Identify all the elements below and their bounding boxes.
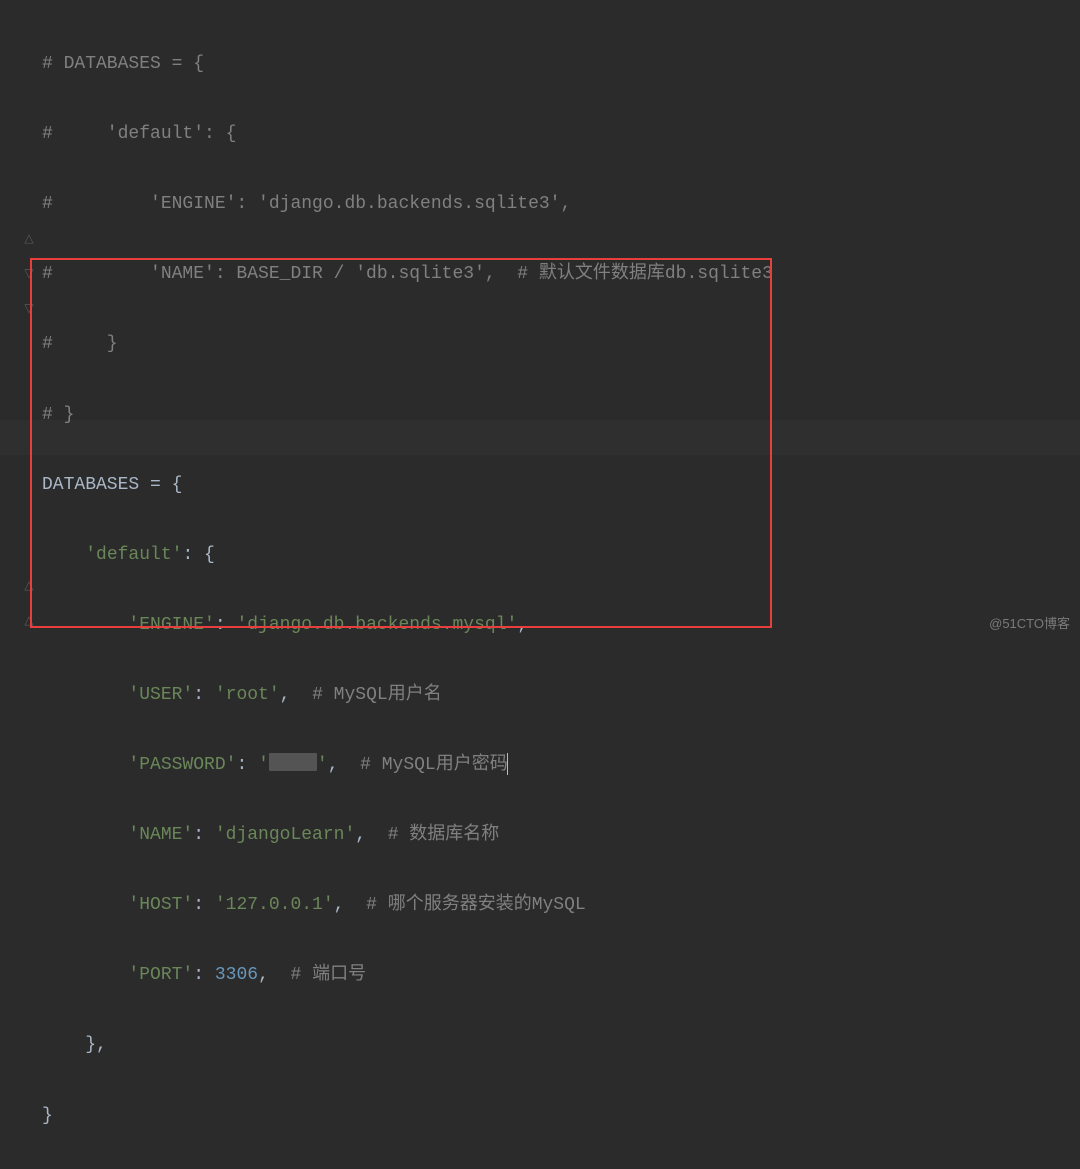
dict-key: 'ENGINE' [128,615,214,635]
comma: , [280,685,291,705]
dict-key: 'NAME' [128,825,193,845]
string-close: ' [317,755,328,775]
dict-key: 'USER' [128,685,193,705]
code-block[interactable]: # DATABASES = { # 'default': { # 'ENGINE… [0,12,1080,1169]
comma: , [334,895,345,915]
comma: , [328,755,339,775]
fold-open-icon[interactable]: ▽ [22,298,36,321]
brace-open: { [172,475,183,495]
comment-inline: # 端口号 [290,965,366,985]
string-value: '127.0.0.1' [215,895,334,915]
identifier: DATABASES [42,475,150,495]
string-value: 'django.db.backends.mysql' [236,615,517,635]
colon: : [193,895,215,915]
redacted-text [269,753,317,771]
comment-line: # 'default': { [42,124,236,144]
fold-close-icon[interactable]: △ [22,610,36,633]
code-editor[interactable]: △ ▽ ▽ △ △ # DATABASES = { # 'default': {… [0,0,1080,1169]
comment-line: # 'NAME': BASE_DIR / 'db.sqlite3', [42,264,517,284]
dict-key: 'PORT' [128,965,193,985]
operator-equals: = [150,475,172,495]
brace-close: } [42,1106,53,1126]
comma: , [258,965,269,985]
brace-open: { [204,545,215,565]
comment-line: # } [42,405,74,425]
comment-line: # DATABASES = { [42,54,204,74]
fold-close-icon[interactable]: △ [22,228,36,251]
comment-line: # 'ENGINE': 'django.db.backends.sqlite3'… [42,194,571,214]
colon: : [182,545,204,565]
colon: : [193,685,215,705]
comment-inline: # MySQL用户密码 [360,755,508,775]
comment-inline: # 哪个服务器安装的MySQL [366,895,586,915]
number-value: 3306 [215,965,258,985]
colon: : [236,755,258,775]
fold-open-icon[interactable]: ▽ [22,263,36,286]
text-caret [507,753,508,775]
string-value: 'djangoLearn' [215,825,355,845]
colon: : [215,615,237,635]
comma: , [517,615,528,635]
comment-inline: # 默认文件数据库db.sqlite3 [517,264,773,284]
string-value: 'root' [215,685,280,705]
string-open: ' [258,755,269,775]
comment-inline: # 数据库名称 [388,825,500,845]
comment-inline: # MySQL用户名 [312,685,442,705]
dict-key: 'PASSWORD' [128,755,236,775]
watermark-text: @51CTO博客 [989,611,1070,636]
fold-close-icon[interactable]: △ [22,575,36,598]
dict-key: 'HOST' [128,895,193,915]
dict-key: 'default' [85,545,182,565]
colon: : [193,825,215,845]
brace-close: }, [85,1035,107,1055]
colon: : [193,965,215,985]
comma: , [355,825,366,845]
comment-line: # } [42,334,118,354]
